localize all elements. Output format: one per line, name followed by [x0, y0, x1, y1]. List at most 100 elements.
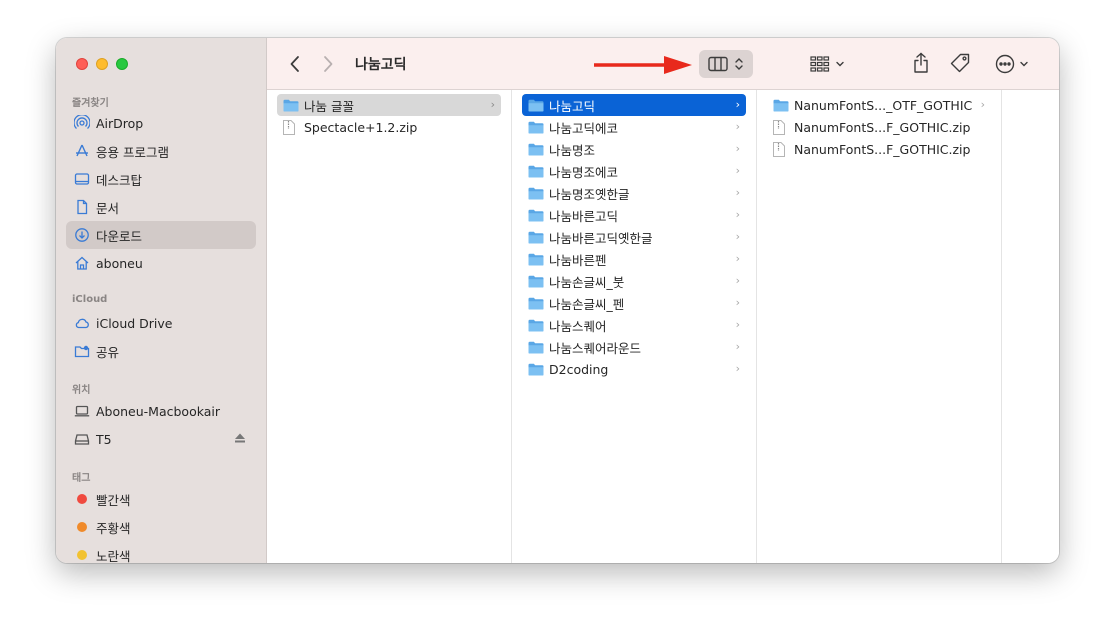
drive-icon	[74, 431, 90, 447]
folder-icon	[528, 164, 544, 178]
tag-orange-icon	[74, 519, 90, 535]
finder-window: 즐겨찾기 AirDrop 응용 프로그램 데스크탑 문서 다운로드 aboneu…	[56, 38, 1059, 563]
share-icon	[914, 52, 928, 73]
tag-red-icon	[74, 491, 90, 507]
folder-icon	[528, 186, 544, 200]
zoom-button[interactable]	[116, 58, 128, 70]
chevron-right-icon: ›	[735, 164, 740, 177]
file-icon	[773, 119, 789, 135]
list-item-label: 나눔고딕	[549, 98, 596, 114]
sidebar-item-icloud-drive[interactable]: iCloud Drive	[66, 309, 256, 337]
list-item-label: 나눔바른고딕옛한글	[549, 230, 653, 246]
sidebar-item-applications[interactable]: 응용 프로그램	[66, 137, 256, 165]
list-item[interactable]: 나눔손글씨_붓 ›	[522, 270, 746, 292]
list-item[interactable]: NanumFontS...F_GOTHIC.zip	[767, 138, 991, 160]
icloud-header: iCloud	[72, 294, 108, 305]
eject-icon[interactable]	[234, 432, 246, 447]
sidebar-item-t5[interactable]: T5	[66, 425, 256, 453]
view-mode-button[interactable]	[699, 50, 753, 78]
sidebar-item-home[interactable]: aboneu	[66, 249, 256, 277]
folder-icon	[528, 318, 544, 332]
list-item[interactable]: 나눔고딕 ›	[522, 94, 746, 116]
more-actions-button[interactable]	[992, 52, 1032, 76]
favorites-header: 즐겨찾기	[72, 98, 109, 109]
list-item[interactable]: 나눔바른고딕옛한글 ›	[522, 226, 746, 248]
chevron-right-icon: ›	[735, 318, 740, 331]
sidebar-item-label: 응용 프로그램	[96, 144, 169, 160]
list-item[interactable]: 나눔명조에코 ›	[522, 160, 746, 182]
sidebar-item-tag-red[interactable]: 빨간색	[66, 485, 256, 513]
list-item[interactable]: D2coding ›	[522, 358, 746, 380]
chevron-right-icon: ›	[735, 274, 740, 287]
chevron-right-icon	[324, 56, 333, 72]
sidebar-item-downloads[interactable]: 다운로드	[66, 221, 256, 249]
sidebar-item-tag-orange[interactable]: 주황색	[66, 513, 256, 541]
folder-icon	[528, 120, 544, 134]
share-button[interactable]	[910, 50, 932, 76]
folder-icon	[528, 208, 544, 222]
desktop-icon	[74, 171, 90, 187]
sidebar-item-desktop[interactable]: 데스크탑	[66, 165, 256, 193]
tags-header: 태그	[72, 473, 91, 484]
list-item[interactable]: 나눔명조 ›	[522, 138, 746, 160]
list-item-label: 나눔바른펜	[549, 252, 607, 268]
file-icon	[773, 141, 789, 157]
chevron-right-icon: ›	[735, 362, 740, 375]
list-item-label: 나눔명조에코	[549, 164, 619, 180]
chevron-right-icon: ›	[735, 120, 740, 133]
folder-icon	[528, 362, 544, 376]
list-item[interactable]: Spectacle+1.2.zip	[277, 116, 501, 138]
list-item-label: 나눔명조	[549, 142, 596, 158]
chevron-right-icon: ›	[735, 186, 740, 199]
chevron-right-icon: ›	[490, 98, 495, 111]
column-browser: 나눔 글꼴 › Spectacle+1.2.zip 나눔고딕 › 나눔고딕에코 …	[267, 90, 1059, 563]
close-button[interactable]	[76, 58, 88, 70]
list-item[interactable]: 나눔스퀘어 ›	[522, 314, 746, 336]
list-item[interactable]: 나눔바른펜 ›	[522, 248, 746, 270]
tag-yellow-icon	[74, 547, 90, 563]
tag-button[interactable]	[949, 51, 971, 75]
column-3: NanumFontS..._OTF_GOTHIC › NanumFontS...…	[757, 90, 1002, 563]
group-button[interactable]	[807, 52, 847, 76]
list-item[interactable]: 나눔명조옛한글 ›	[522, 182, 746, 204]
sidebar-item-macbook[interactable]: Aboneu-Macbookair	[66, 397, 256, 425]
folder-icon	[528, 252, 544, 266]
chevron-right-icon: ›	[980, 98, 985, 111]
sidebar-item-documents[interactable]: 문서	[66, 193, 256, 221]
list-item[interactable]: 나눔바른고딕 ›	[522, 204, 746, 226]
list-item[interactable]: NanumFontS..._OTF_GOTHIC ›	[767, 94, 991, 116]
forward-button[interactable]	[318, 52, 338, 76]
folder-icon	[528, 98, 544, 112]
folder-icon	[528, 274, 544, 288]
list-item-label: 나눔손글씨_붓	[549, 274, 625, 290]
list-item[interactable]: 나눔 글꼴 ›	[277, 94, 501, 116]
chevron-down-icon	[835, 61, 844, 67]
sidebar-item-shared[interactable]: 공유	[66, 337, 256, 365]
sidebar-item-tag-yellow[interactable]: 노란색	[66, 541, 256, 563]
list-item[interactable]: NanumFontS...F_GOTHIC.zip	[767, 116, 991, 138]
back-button[interactable]	[285, 52, 305, 76]
chevron-right-icon: ›	[735, 230, 740, 243]
list-item[interactable]: 나눔손글씨_펜 ›	[522, 292, 746, 314]
download-icon	[74, 227, 90, 243]
sidebar-item-label: T5	[96, 431, 112, 447]
sidebar-item-label: aboneu	[96, 255, 143, 271]
list-item-label: 나눔스퀘어	[549, 318, 607, 334]
list-item-label: 나눔고딕에코	[549, 120, 619, 136]
list-item[interactable]: 나눔스퀘어라운드 ›	[522, 336, 746, 358]
cloud-icon	[74, 315, 90, 331]
sidebar-item-airdrop[interactable]: AirDrop	[66, 109, 256, 137]
sidebar-item-label: AirDrop	[96, 115, 144, 131]
minimize-button[interactable]	[96, 58, 108, 70]
list-item-label: 나눔스퀘어라운드	[549, 340, 642, 356]
sidebar-item-label: Aboneu-Macbookair	[96, 403, 221, 419]
column-4	[1002, 90, 1059, 563]
sidebar-item-label: 공유	[96, 344, 120, 360]
list-item[interactable]: 나눔고딕에코 ›	[522, 116, 746, 138]
chevron-left-icon	[290, 56, 299, 72]
document-icon	[74, 199, 90, 215]
sidebar-item-label: iCloud Drive	[96, 315, 173, 331]
sidebar-item-label: 데스크탑	[96, 172, 143, 188]
sidebar-item-label: 문서	[96, 200, 120, 216]
chevron-right-icon: ›	[735, 252, 740, 265]
